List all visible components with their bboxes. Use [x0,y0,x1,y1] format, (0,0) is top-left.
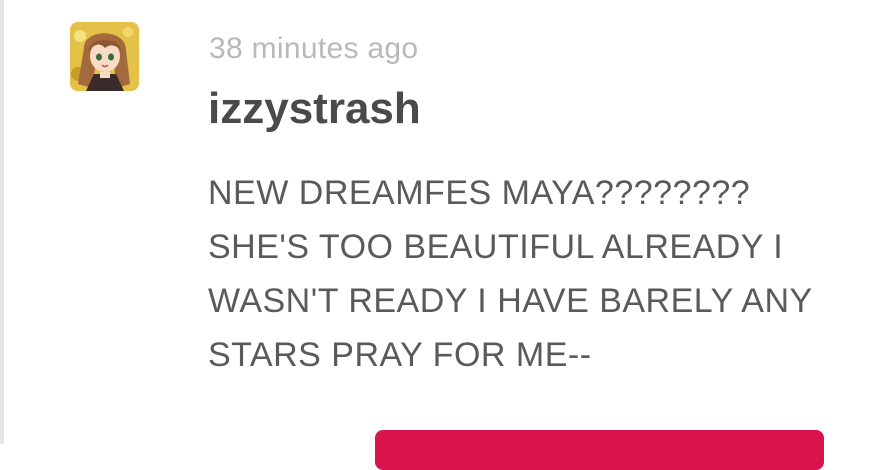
message-line: STARS PRAY FOR ME-- [208,336,592,374]
avatar-image [70,22,139,91]
post-message: NEW DREAMFES MAYA???????? SHE'S TOO BEAU… [208,166,848,382]
post-username[interactable]: izzystrash [208,84,421,134]
message-line: SHE'S TOO BEAUTIFUL ALREADY I [208,228,784,266]
post-timestamp: 38 minutes ago [209,32,419,65]
comment-post: 38 minutes ago izzystrash NEW DREAMFES M… [0,0,890,470]
message-line: NEW DREAMFES MAYA???????? [208,174,751,212]
action-button[interactable] [375,430,824,470]
user-avatar[interactable] [70,22,139,91]
message-line: WASN'T READY I HAVE BARELY ANY [208,282,813,320]
